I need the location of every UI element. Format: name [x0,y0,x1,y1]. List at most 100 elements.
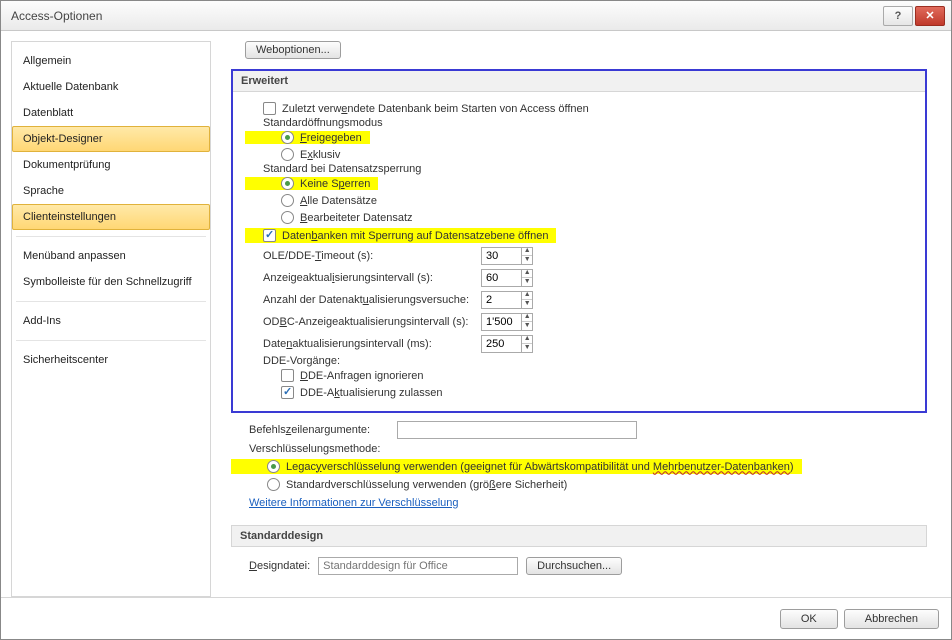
sidebar-item-addins[interactable]: Add-Ins [12,308,210,334]
sidebar-item-schnellzugriff[interactable]: Symbolleiste für den Schnellzugriff [12,269,210,295]
radio-enc-standard[interactable] [267,478,280,491]
radio-enc-legacy[interactable] [267,460,280,473]
ole-timeout-spinner[interactable]: ▲▼ [481,247,533,265]
designfile-input[interactable] [318,557,518,575]
close-icon: ✕ [925,9,934,22]
radio-enc-standard-label: Standardverschlüsselung verwenden (größe… [286,479,567,491]
odbc-intv-input[interactable] [482,316,521,328]
enc-method-label: Verschlüsselungsmethode: [231,441,927,457]
sidebar-separator [16,236,206,237]
radio-bearbeiteter-datensatz[interactable] [281,211,294,224]
squiggle-text: Mehrbenutzer-Datenbanken [653,461,790,473]
radio-alle-datensaetze[interactable] [281,194,294,207]
anz-retry-row: Anzahl der Datenaktualisierungsversuche:… [245,289,913,311]
data-intv-input[interactable] [482,338,521,350]
category-sidebar: Allgemein Aktuelle Datenbank Datenblatt … [11,41,211,597]
radio-freigegeben[interactable] [281,131,294,144]
cmdline-input[interactable] [397,421,637,439]
erweitert-frame: Erweitert Zuletzt verwendete Datenbank b… [231,69,927,413]
anz-retry-spinner[interactable]: ▲▼ [481,291,533,309]
help-button[interactable]: ? [883,6,913,26]
anz-intv-input[interactable] [482,272,521,284]
help-icon: ? [895,10,902,22]
sidebar-item-sprache[interactable]: Sprache [12,178,210,204]
anz-retry-input[interactable] [482,294,521,306]
window-title: Access-Optionen [7,9,881,23]
designfile-row: Designdatei: Durchsuchen... [231,547,927,579]
enc-legacy-row: Legacyverschlüsselung verwenden (geeigne… [231,457,927,476]
sidebar-item-aktuelle-datenbank[interactable]: Aktuelle Datenbank [12,74,210,100]
spinner-buttons[interactable]: ▲▼ [521,335,532,353]
sidebar-item-dokumentpruefung[interactable]: Dokumentprüfung [12,152,210,178]
radio-exklusiv-row: Exklusiv [281,146,913,163]
radio-alle-datensaetze-label: Alle Datensätze [300,195,377,207]
open-last-db-row: Zuletzt verwendete Datenbank beim Starte… [263,100,913,117]
sidebar-separator [16,340,206,341]
dde-ignore-checkbox[interactable] [281,369,294,382]
std-open-mode-label: Standardöffnungsmodus [263,117,913,129]
open-rowlock-label: Datenbanken mit Sperrung auf Datensatzeb… [282,230,548,242]
browse-button[interactable]: Durchsuchen... [526,557,622,575]
options-window: Access-Optionen ? ✕ Allgemein Aktuelle D… [0,0,952,640]
radio-alle-row: Alle Datensätze [281,192,913,209]
odbc-intv-spinner[interactable]: ▲▼ [481,313,533,331]
ole-timeout-label: OLE/DDE-Timeout (s): [263,250,473,262]
dde-ops-label: DDE-Vorgänge: [263,355,913,367]
sidebar-item-clienteinstellungen[interactable]: Clienteinstellungen [12,204,210,230]
spinner-buttons[interactable]: ▲▼ [521,291,532,309]
spinner-buttons[interactable]: ▲▼ [521,269,532,287]
cmdline-label: Befehlszeilenargumente: [249,424,389,436]
data-intv-row: Datenaktualisierungsintervall (ms): ▲▼ [245,333,913,355]
group-erweitert-title: Erweitert [233,71,925,92]
dde-ignore-label: DDE-Anfragen ignorieren [300,370,424,382]
sidebar-item-sicherheitscenter[interactable]: Sicherheitscenter [12,347,210,373]
sidebar-item-allgemein[interactable]: Allgemein [12,48,210,74]
dde-allow-label: DDE-Aktualisierung zulassen [300,387,442,399]
radio-keine-sperren-label: Keine Sperren [300,178,370,190]
anz-intv-spinner[interactable]: ▲▼ [481,269,533,287]
radio-freigegeben-label: Freigegeben [300,132,362,144]
group-standarddesign-title: Standarddesign [231,525,927,547]
sidebar-item-menueband[interactable]: Menüband anpassen [12,243,210,269]
ok-button[interactable]: OK [780,609,838,629]
designfile-label: Designdatei: [249,560,310,572]
ole-timeout-row: OLE/DDE-Timeout (s): ▲▼ [245,245,913,267]
close-button[interactable]: ✕ [915,6,945,26]
sidebar-separator [16,301,206,302]
content-wrap: Weboptionen... Erweitert Zuletzt verwend… [225,41,941,597]
open-last-db-label: Zuletzt verwendete Datenbank beim Starte… [282,103,589,115]
cancel-button[interactable]: Abbrechen [844,609,939,629]
open-rowlock-checkbox[interactable] [263,229,276,242]
radio-keinesperren-row: Keine Sperren [245,175,913,192]
dde-allow-row: DDE-Aktualisierung zulassen [281,384,913,401]
open-last-db-checkbox[interactable] [263,102,276,115]
odbc-intv-row: ODBC-Anzeigeaktualisierungsintervall (s)… [245,311,913,333]
radio-bearbeiteter-datensatz-label: Bearbeiteter Datensatz [300,212,413,224]
anz-intv-label: Anzeigeaktualisierungsintervall (s): [263,272,473,284]
radio-enc-legacy-label: Legacyverschlüsselung verwenden (geeigne… [286,461,794,473]
spinner-buttons[interactable]: ▲▼ [521,313,532,331]
radio-bearbeitet-row: Bearbeiteter Datensatz [281,209,913,226]
weboptionen-button[interactable]: Weboptionen... [245,41,341,59]
sidebar-item-objekt-designer[interactable]: Objekt-Designer [12,126,210,152]
radio-freigegeben-row: Freigegeben [245,129,913,146]
data-intv-label: Datenaktualisierungsintervall (ms): [263,338,473,350]
content-scroll[interactable]: Weboptionen... Erweitert Zuletzt verwend… [225,41,941,597]
dde-ignore-row: DDE-Anfragen ignorieren [281,367,913,384]
enc-std-row: Standardverschlüsselung verwenden (größe… [267,476,927,493]
radio-exklusiv-label: Exklusiv [300,149,340,161]
open-rowlock-row: Datenbanken mit Sperrung auf Datensatzeb… [245,226,913,245]
radio-exklusiv[interactable] [281,148,294,161]
ole-timeout-input[interactable] [482,250,521,262]
spinner-buttons[interactable]: ▲▼ [521,247,532,265]
sidebar-item-datenblatt[interactable]: Datenblatt [12,100,210,126]
dde-allow-checkbox[interactable] [281,386,294,399]
radio-keine-sperren[interactable] [281,177,294,190]
anz-intv-row: Anzeigeaktualisierungsintervall (s): ▲▼ [245,267,913,289]
enc-info-link[interactable]: Weitere Informationen zur Verschlüsselun… [249,497,459,509]
titlebar: Access-Optionen ? ✕ [1,1,951,31]
dialog-footer: OK Abbrechen [1,597,951,639]
odbc-intv-label: ODBC-Anzeigeaktualisierungsintervall (s)… [263,316,473,328]
dialog-body: Allgemein Aktuelle Datenbank Datenblatt … [1,31,951,597]
data-intv-spinner[interactable]: ▲▼ [481,335,533,353]
